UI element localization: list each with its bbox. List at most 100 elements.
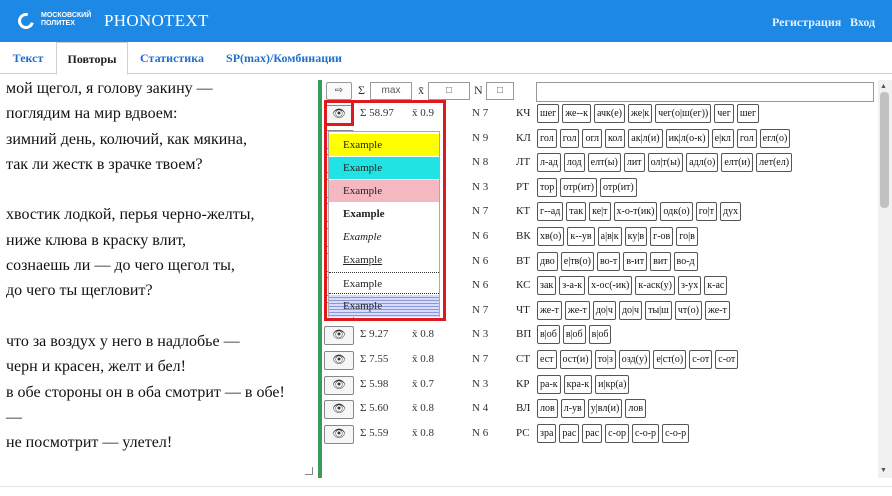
repeat-chip[interactable]: гол: [559, 128, 580, 148]
repeat-chip[interactable]: е|кл: [711, 128, 734, 148]
repeat-chip[interactable]: же-т: [537, 300, 562, 320]
repeat-chip[interactable]: ост(и): [559, 350, 592, 369]
repeat-chip[interactable]: гол: [537, 128, 557, 148]
repeat-chip[interactable]: е|тв(о): [560, 251, 594, 271]
repeat-chip[interactable]: шег: [537, 104, 560, 123]
repeat-chip[interactable]: ол|т(ы): [647, 153, 684, 173]
repeat-chip[interactable]: к--ув: [567, 227, 595, 246]
repeat-chip[interactable]: дух: [719, 202, 742, 222]
repeat-chip[interactable]: до|ч: [592, 300, 616, 320]
repeat-chip[interactable]: ак|л(и): [628, 128, 663, 148]
repeat-chip[interactable]: е|ст(о): [653, 350, 687, 369]
repeat-chip[interactable]: у|вл(и): [587, 399, 623, 419]
repeat-chip[interactable]: г-ов: [650, 227, 674, 246]
repeat-chip[interactable]: с-о-р: [631, 423, 660, 443]
repeat-chip[interactable]: го|т: [695, 202, 717, 222]
repeat-chip[interactable]: з-а-к: [559, 276, 586, 296]
repeat-chip[interactable]: х-ос(-ик): [588, 276, 633, 296]
repeat-chip[interactable]: в|об: [537, 325, 560, 345]
repeat-chip[interactable]: чег: [714, 104, 734, 123]
repeat-chip[interactable]: ра-к: [537, 374, 561, 394]
repeat-chip[interactable]: с-от: [715, 350, 739, 369]
polytech-logo-icon[interactable]: [15, 10, 37, 32]
scroll-up-icon[interactable]: ▲: [880, 82, 887, 90]
repeat-chip[interactable]: лит: [623, 153, 645, 173]
repeat-chip[interactable]: к-аск(у): [635, 276, 675, 296]
repeat-chip[interactable]: егл(о): [759, 128, 791, 148]
max-filter-input[interactable]: max: [370, 82, 412, 100]
repeat-chip[interactable]: го|в: [676, 227, 698, 246]
tab-repeats[interactable]: Повторы: [56, 42, 128, 75]
tab-statistics[interactable]: Статистика: [138, 42, 206, 74]
repeat-chip[interactable]: кол: [605, 128, 626, 148]
repeat-chip[interactable]: чт(о): [674, 300, 702, 320]
eye-icon[interactable]: 👁: [324, 326, 354, 346]
repeat-chip[interactable]: лод: [563, 153, 585, 173]
repeat-chip[interactable]: ке|т: [589, 202, 611, 222]
repeat-chip[interactable]: зра: [537, 423, 557, 443]
scroll-down-icon[interactable]: ▼: [880, 466, 887, 474]
repeat-chip[interactable]: лов: [625, 399, 647, 419]
repeat-chip[interactable]: тор: [537, 177, 558, 197]
repeat-chip[interactable]: рас: [559, 423, 580, 443]
repeat-chip[interactable]: рас: [582, 423, 603, 443]
repeat-chip[interactable]: же-т: [704, 300, 730, 320]
repeat-chip[interactable]: ик|л(о-к): [665, 128, 709, 148]
repeat-chip[interactable]: отр(ит): [560, 177, 597, 197]
repeat-chip[interactable]: же-т: [564, 300, 590, 320]
eye-icon[interactable]: 👁: [324, 400, 354, 420]
repeat-chip[interactable]: кра-к: [563, 374, 593, 394]
register-link[interactable]: Регистрация: [772, 15, 841, 30]
repeat-chip[interactable]: елт(и): [721, 153, 754, 173]
repeat-chip[interactable]: хв(о): [537, 227, 565, 246]
polytech-logo-text[interactable]: московский политех: [41, 12, 91, 28]
repeat-chip[interactable]: ест: [537, 350, 557, 369]
repeat-chip[interactable]: ку|в: [624, 227, 648, 246]
poem-text-area[interactable]: мой щегол, я голову закину — поглядим на …: [0, 76, 316, 478]
repeat-chip[interactable]: х-о-т(ик): [613, 202, 658, 222]
repeat-chip[interactable]: ачк(е): [593, 104, 626, 123]
repeat-chip[interactable]: л-ув: [560, 399, 585, 419]
resize-grip-icon[interactable]: [305, 467, 313, 475]
repeat-chip[interactable]: отр(ит): [600, 177, 637, 197]
eye-icon[interactable]: 👁: [324, 424, 354, 444]
repeat-chip[interactable]: в|об: [562, 325, 586, 345]
repeat-chip[interactable]: же|к: [628, 104, 653, 123]
repeat-chip[interactable]: а|в|к: [597, 227, 622, 246]
repeat-chip[interactable]: же--к: [562, 104, 591, 123]
scrollbar-thumb[interactable]: [880, 92, 889, 208]
repeat-chip[interactable]: во-т: [596, 251, 621, 271]
eye-icon[interactable]: 👁: [324, 375, 354, 395]
repeat-chip[interactable]: во-д: [673, 251, 698, 271]
avg-filter-input[interactable]: □: [428, 82, 470, 100]
repeat-chip[interactable]: адл(о): [686, 153, 719, 173]
repeat-chip[interactable]: шег: [736, 104, 760, 123]
login-link[interactable]: Вход: [850, 15, 875, 30]
repeat-chip[interactable]: так: [566, 202, 587, 222]
tab-text[interactable]: Текст: [4, 42, 52, 74]
repeat-chip[interactable]: озд(у): [618, 350, 651, 369]
repeat-chip[interactable]: ты|ш: [645, 300, 672, 320]
repeat-chip[interactable]: одк(о): [660, 202, 693, 222]
repeat-chip[interactable]: з-ух: [677, 276, 702, 296]
search-input[interactable]: [536, 82, 874, 102]
tab-sp-combinations[interactable]: SP(max)/Комбинации: [222, 42, 346, 74]
repeat-chip[interactable]: лов: [537, 399, 558, 419]
eye-icon[interactable]: 👁: [324, 351, 354, 370]
repeat-chip[interactable]: чег(о|ш(ег)): [655, 104, 712, 123]
repeat-chip[interactable]: в-ит: [623, 251, 648, 271]
repeat-chip[interactable]: елт(ы): [587, 153, 621, 173]
repeat-chip[interactable]: гол: [736, 128, 757, 148]
repeat-chip[interactable]: л-ад: [537, 153, 561, 173]
repeat-chip[interactable]: до|ч: [618, 300, 643, 320]
app-title[interactable]: PHONOTEXT: [104, 11, 209, 31]
repeat-chip[interactable]: вит: [650, 251, 671, 271]
repeat-chip[interactable]: с-от: [689, 350, 713, 369]
repeat-chip[interactable]: с-ор: [605, 423, 629, 443]
repeat-chip[interactable]: в|об: [588, 325, 612, 345]
repeat-chip[interactable]: к-ас: [704, 276, 728, 296]
repeat-chip[interactable]: огл: [582, 128, 603, 148]
repeat-chip[interactable]: и|кр(а): [595, 374, 630, 394]
repeat-chip[interactable]: лет(ел): [756, 153, 793, 173]
repeat-chip[interactable]: г--ад: [537, 202, 564, 222]
